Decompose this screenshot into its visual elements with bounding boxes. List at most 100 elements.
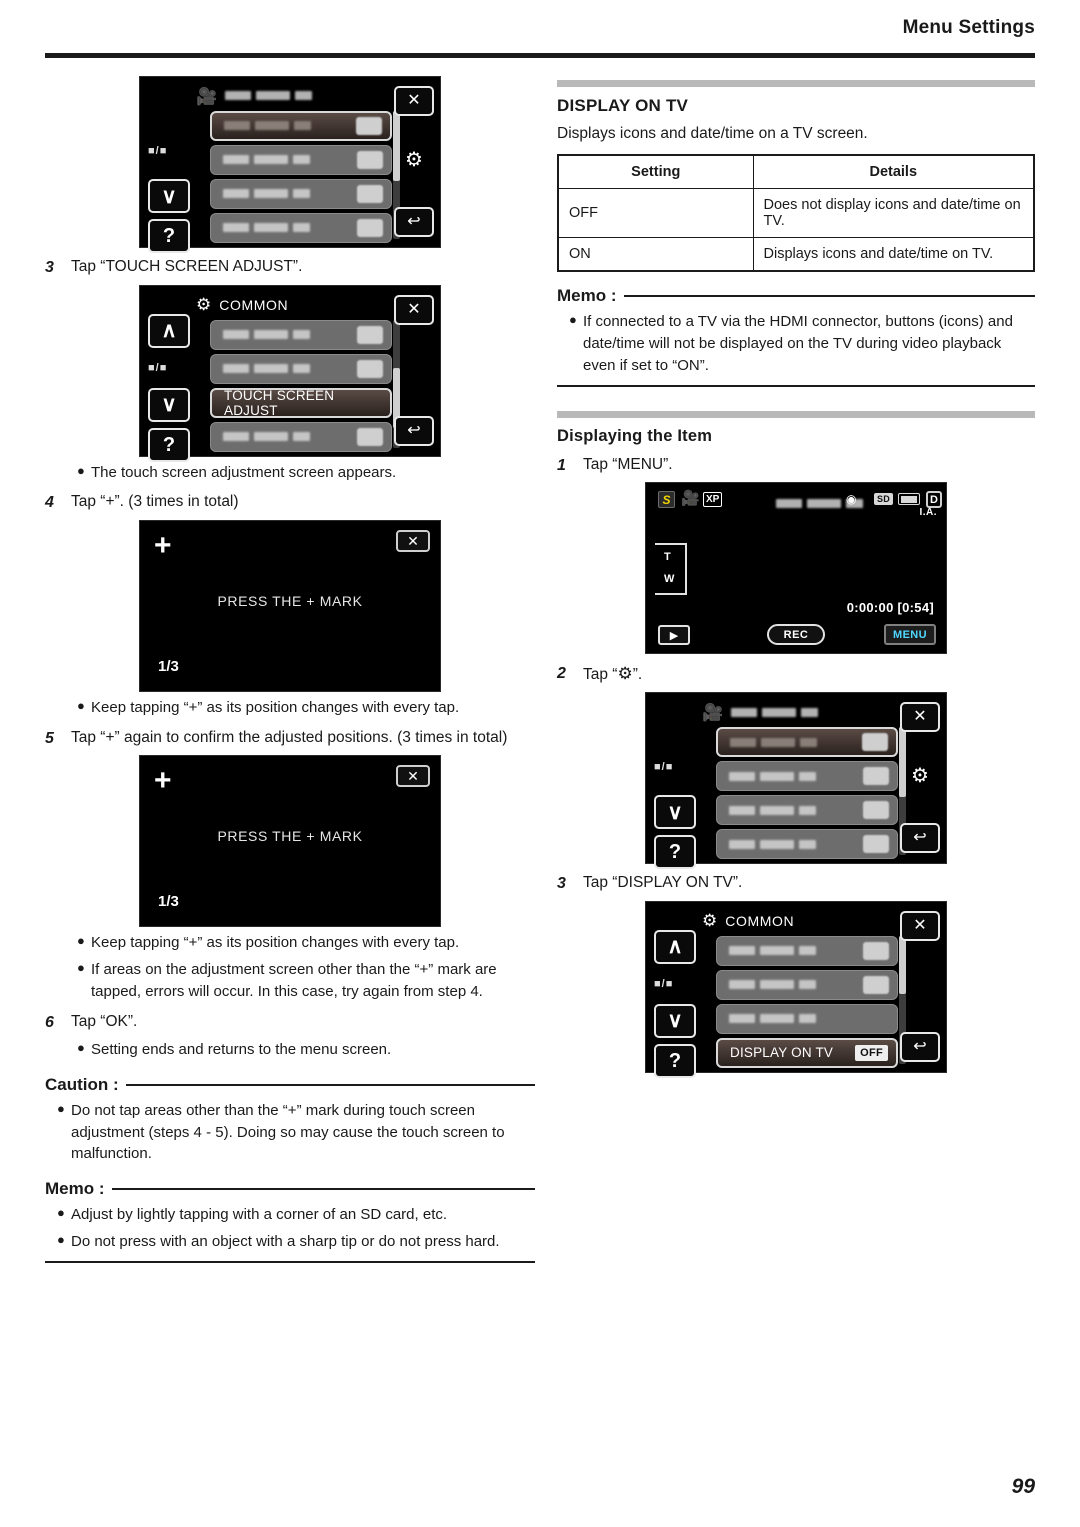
menu-row[interactable] <box>716 829 898 860</box>
menu-row[interactable] <box>716 935 898 966</box>
menu-row[interactable] <box>210 213 392 243</box>
menu-row[interactable] <box>210 421 392 452</box>
lcd-title-row: 🎥 <box>702 701 823 723</box>
memo-label: Memo : <box>557 286 617 306</box>
chevron-down-icon: ∨ <box>161 184 177 208</box>
mode-indicator: ■/■ <box>654 761 674 774</box>
lcd-menu-screen-right[interactable]: 🎥 ■/■ ∨ ? ✕ ⚙ ↩ <box>645 692 947 870</box>
back-arrow-icon: ↩ <box>407 421 421 439</box>
section-title-displaying-item: Displaying the Item <box>557 426 713 445</box>
left-column: 🎥 ■/■ ∨ ? ✕ ⚙ ↩ 3 Tap “TOUCH SCREEN ADJU… <box>45 70 535 1263</box>
close-button[interactable]: ✕ <box>900 910 940 941</box>
rec-label: REC <box>783 628 809 641</box>
step-number: 6 <box>45 1013 54 1031</box>
menu-row[interactable] <box>210 319 392 350</box>
cell-setting: ON <box>557 237 754 272</box>
s-mode-icon: S <box>658 491 675 509</box>
menu-row[interactable] <box>716 1003 898 1034</box>
redacted-row-label <box>730 733 822 751</box>
page-title: Menu Settings <box>902 17 1035 38</box>
scroll-down-button[interactable]: ∨ <box>654 1003 696 1038</box>
close-icon: ✕ <box>407 92 421 109</box>
menu-row[interactable] <box>716 795 898 826</box>
lcd-touch-adjust-screen-1[interactable]: + PRESS THE + MARK 1/3 ✕ <box>139 519 441 692</box>
menu-row[interactable] <box>210 145 392 175</box>
caution-label: Caution : <box>45 1074 119 1094</box>
close-button[interactable]: ✕ <box>396 529 430 552</box>
lcd-touch-adjust-screen-2[interactable]: + PRESS THE + MARK 1/3 ✕ <box>139 755 441 928</box>
lcd-menu-screen-top[interactable]: 🎥 ■/■ ∨ ? ✕ ⚙ ↩ <box>139 76 441 253</box>
scroll-down-button[interactable]: ∨ <box>148 179 190 213</box>
memo-footer-rule-left <box>45 1260 535 1263</box>
row-value <box>357 427 383 446</box>
lcd-common-display-on-tv[interactable]: ⚙ COMMON ∧ ■/■ ∨ ? DISPLAY ON TV OFF ✕ ↩ <box>645 900 947 1078</box>
record-button[interactable]: REC <box>767 624 825 646</box>
bullet-dot: ● <box>57 1205 65 1221</box>
close-icon: ✕ <box>913 916 927 934</box>
back-arrow-icon: ↩ <box>913 1037 927 1055</box>
lcd-common-touch-adjust[interactable]: ⚙ COMMON ∧ ■/■ ∨ ? TOUCH SCREEN ADJUST ✕… <box>139 284 441 462</box>
lcd-title-text: COMMON <box>725 912 795 929</box>
adjust-message: PRESS THE + MARK <box>217 592 363 609</box>
menu-row[interactable] <box>210 353 392 384</box>
plus-mark-icon[interactable]: + <box>154 766 172 796</box>
menu-row[interactable] <box>716 969 898 1000</box>
note-after-step-6: ● Setting ends and returns to the menu s… <box>45 1039 535 1061</box>
scroll-up-button[interactable]: ∧ <box>148 313 190 348</box>
column-header-details: Details <box>752 154 1035 190</box>
menu-row[interactable] <box>210 179 392 209</box>
plus-mark-icon[interactable]: + <box>154 530 172 561</box>
menu-button[interactable]: MENU <box>884 624 936 646</box>
close-button[interactable]: ✕ <box>394 86 434 116</box>
row-value <box>357 185 383 203</box>
playback-mode-button[interactable]: ▶ <box>658 625 690 646</box>
help-button[interactable]: ? <box>654 835 696 870</box>
menu-row-selected[interactable]: DISPLAY ON TV OFF <box>716 1037 898 1068</box>
step-text: Tap “OK”. <box>71 1012 138 1030</box>
scroll-down-button[interactable]: ∨ <box>654 795 696 830</box>
menu-row-selected[interactable]: TOUCH SCREEN ADJUST <box>210 387 392 418</box>
page-header: Menu Settings <box>0 0 1080 60</box>
row-value <box>357 151 383 169</box>
step-number: 5 <box>45 729 54 747</box>
back-button[interactable]: ↩ <box>394 207 434 237</box>
settings-button[interactable]: ⚙ <box>900 761 940 791</box>
scroll-down-button[interactable]: ∨ <box>148 387 190 422</box>
menu-row[interactable] <box>716 727 898 758</box>
step-text-after: ”. <box>632 666 643 684</box>
back-button[interactable]: ↩ <box>900 823 940 854</box>
menu-row-label: TOUCH SCREEN ADJUST <box>224 387 335 418</box>
back-button[interactable]: ↩ <box>900 1031 940 1062</box>
chevron-up-icon: ∧ <box>667 935 683 959</box>
chevron-down-icon: ∨ <box>667 800 683 824</box>
close-button[interactable]: ✕ <box>900 702 940 733</box>
scrollbar-thumb[interactable] <box>899 935 906 994</box>
lcd-left-rail: ■/■ ∨ ? <box>652 699 698 870</box>
redacted-title-text <box>225 87 317 105</box>
menu-row[interactable] <box>210 111 392 141</box>
d-mode-icon: D <box>926 491 942 509</box>
memo-header-right: Memo : <box>557 286 1035 306</box>
table-row: ON Displays icons and date/time on TV. <box>557 237 1035 272</box>
cell-details: Displays icons and date/time on TV. <box>752 237 1035 272</box>
memo-item: ● Do not press with an object with a sha… <box>45 1231 535 1253</box>
note-after-step-4: ● Keep tapping “+” as its position chang… <box>45 697 535 719</box>
close-button[interactable]: ✕ <box>396 765 430 788</box>
close-button[interactable]: ✕ <box>394 294 434 325</box>
row-value <box>357 325 383 344</box>
zoom-slider[interactable]: T W <box>655 543 687 596</box>
cell-setting: OFF <box>557 188 754 239</box>
help-button[interactable]: ? <box>654 1043 696 1078</box>
redacted-row-label <box>223 219 315 237</box>
settings-button[interactable]: ⚙ <box>394 145 434 175</box>
lcd-record-screen[interactable]: S 🎥 XP ◉ SD D I.A. T W 0:00:00 [0:54] ▶ … <box>645 482 947 655</box>
menu-row[interactable] <box>716 761 898 792</box>
step-text: Tap “+” again to confirm the adjusted po… <box>71 728 508 746</box>
scroll-up-button[interactable]: ∧ <box>654 929 696 964</box>
table-row: OFF Does not display icons and date/time… <box>557 188 1035 239</box>
help-button[interactable]: ? <box>148 219 190 253</box>
gear-icon: ⚙ <box>196 295 212 315</box>
help-button[interactable]: ? <box>148 427 190 462</box>
back-button[interactable]: ↩ <box>394 415 434 446</box>
step-text-before: Tap “ <box>583 666 618 684</box>
